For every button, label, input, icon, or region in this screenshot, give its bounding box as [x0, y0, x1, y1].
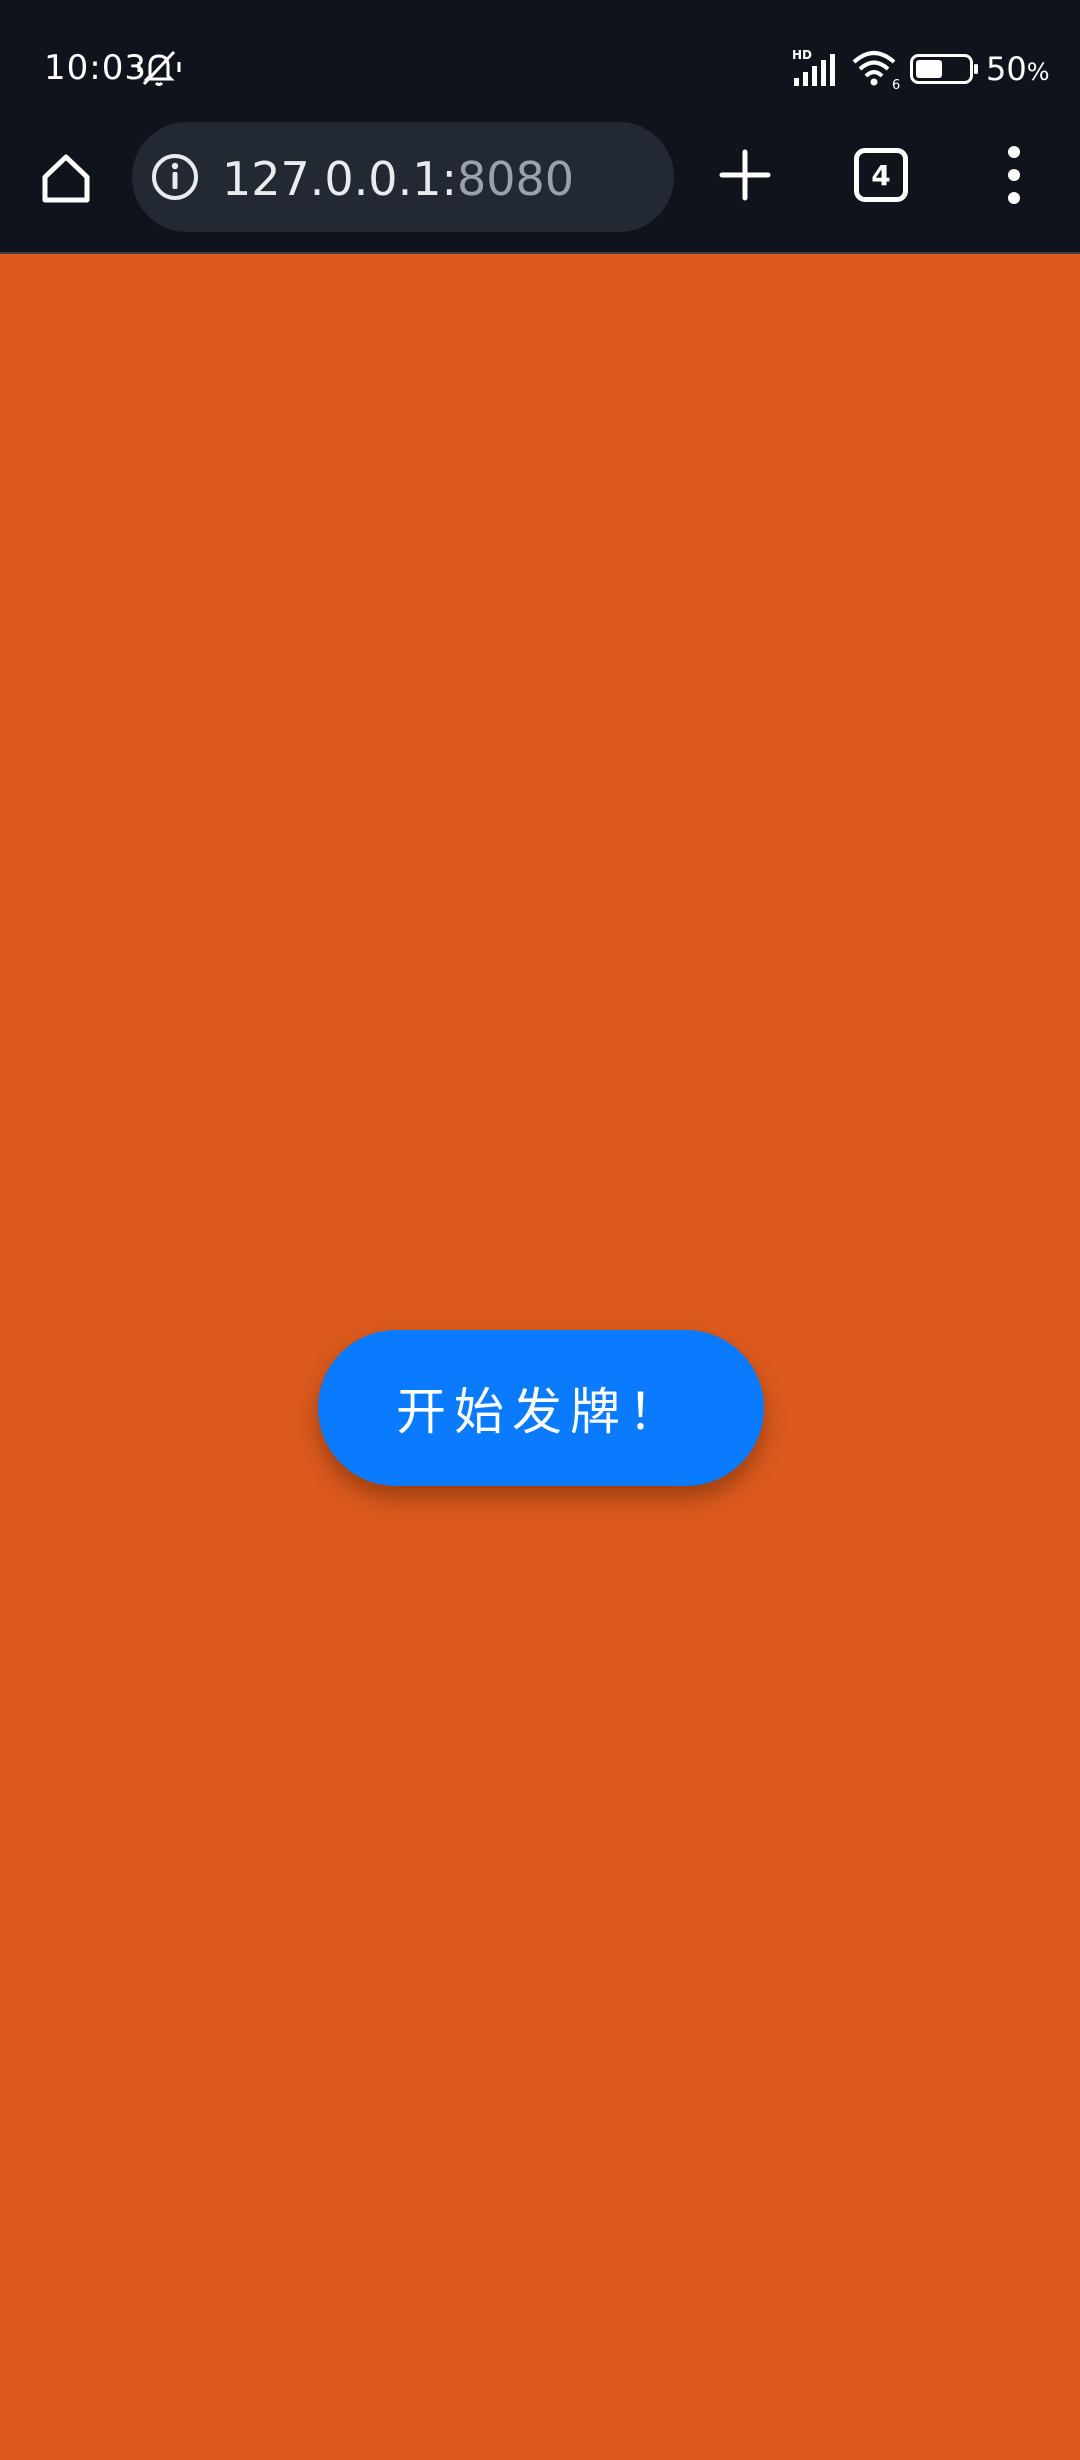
battery-percent: 50% — [986, 50, 1050, 91]
page-content: 开始发牌！ — [0, 254, 1080, 2460]
url-host: 127.0.0.1: — [222, 152, 457, 206]
mute-vibrate-icon — [137, 50, 181, 86]
status-bar: 10:03 HD 6 50% — [0, 0, 1080, 120]
battery-percent-value: 50 — [986, 50, 1027, 88]
battery-icon — [910, 54, 978, 84]
site-info-icon[interactable] — [150, 152, 200, 202]
overflow-menu-icon[interactable] — [998, 144, 1030, 206]
home-icon — [42, 154, 90, 203]
signal-icon: HD — [792, 48, 835, 86]
tab-switcher-icon[interactable]: 4 — [854, 148, 908, 202]
url-text[interactable]: 127.0.0.1:8080 — [222, 152, 574, 206]
browser-toolbar: 127.0.0.1:8080 4 — [0, 120, 1080, 254]
wifi-badge: 6 — [892, 78, 900, 90]
wifi-icon: 6 — [852, 51, 900, 90]
new-tab-icon[interactable] — [716, 146, 774, 204]
url-port: 8080 — [456, 152, 575, 206]
phone-screen: 10:03 HD 6 50% 127.0.0.1:8080 4 开始发牌！ — [0, 0, 1080, 2460]
tab-count: 4 — [871, 158, 891, 192]
start-deal-button[interactable]: 开始发牌！ — [318, 1330, 764, 1486]
url-bar[interactable]: 127.0.0.1:8080 — [132, 122, 674, 232]
home-button[interactable] — [36, 148, 96, 208]
status-time: 10:03 — [44, 48, 147, 88]
network-label: HD — [792, 48, 812, 62]
battery-percent-sign: % — [1026, 58, 1050, 86]
